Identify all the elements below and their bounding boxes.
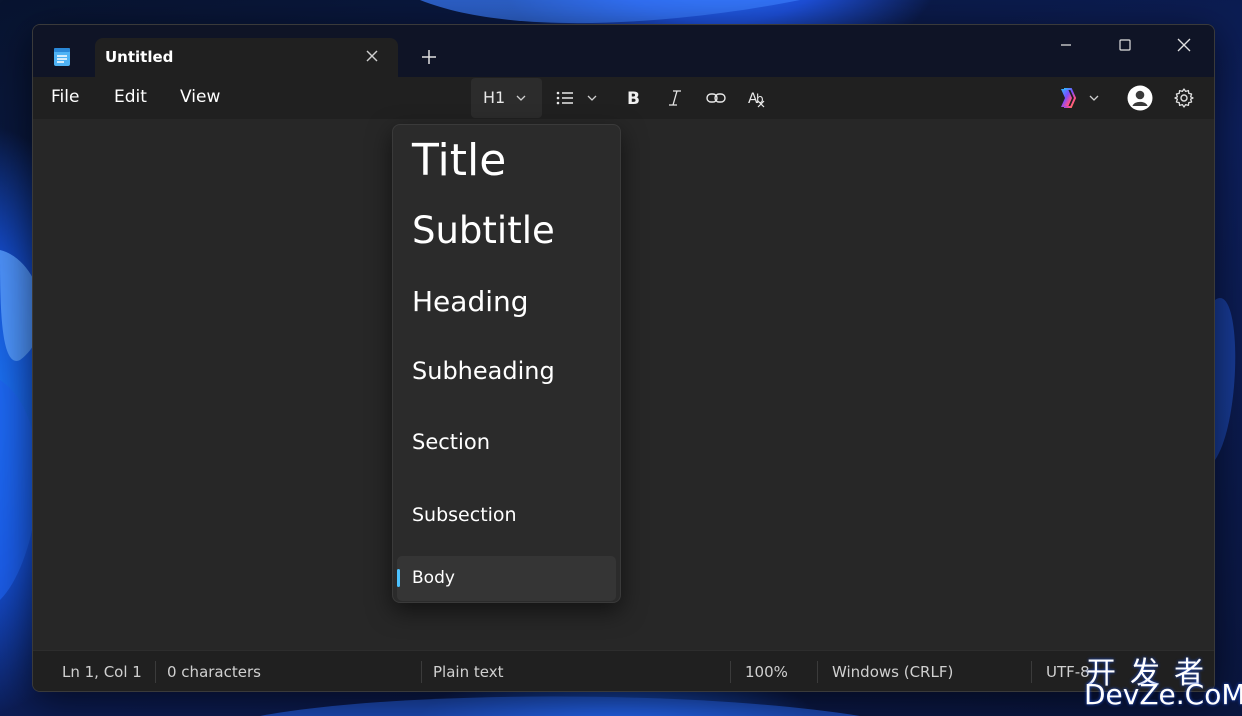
- status-zoom[interactable]: 100%: [745, 663, 788, 681]
- notepad-window: Untitled File Edit View H1 B A b Ln 1, C…: [32, 24, 1215, 692]
- status-cursor-position: Ln 1, Col 1: [62, 663, 142, 681]
- menu-edit[interactable]: Edit: [114, 87, 147, 107]
- account-icon[interactable]: [1127, 85, 1153, 111]
- status-line-endings[interactable]: Windows (CRLF): [832, 663, 953, 681]
- chevron-down-icon: [516, 95, 526, 101]
- heading-style-button[interactable]: H1: [471, 78, 542, 118]
- selected-indicator: [397, 569, 400, 587]
- list-chevron-down-icon[interactable]: [586, 92, 598, 104]
- minimize-icon[interactable]: [1054, 33, 1078, 57]
- menu-view[interactable]: View: [180, 87, 220, 107]
- heading-style-value: H1: [483, 88, 506, 107]
- svg-text:b: b: [756, 92, 764, 106]
- menu-option-section[interactable]: Section: [412, 430, 490, 454]
- bulleted-list-icon[interactable]: [554, 87, 576, 109]
- watermark: 开发者 DevZe.CoM: [1084, 648, 1242, 712]
- menu-bar: File Edit View H1 B A b: [33, 77, 1214, 119]
- copilot-chevron-down-icon[interactable]: [1088, 92, 1100, 104]
- status-divider: [155, 661, 156, 683]
- status-format[interactable]: Plain text: [433, 663, 503, 681]
- tab-untitled[interactable]: Untitled: [95, 38, 398, 78]
- menu-option-subtitle[interactable]: Subtitle: [412, 209, 555, 252]
- text-editor-area[interactable]: [33, 119, 1214, 650]
- menu-option-subsection[interactable]: Subsection: [412, 504, 517, 526]
- title-bar: Untitled: [33, 25, 1214, 78]
- maximize-icon[interactable]: [1113, 33, 1137, 57]
- menu-file[interactable]: File: [51, 87, 79, 107]
- notepad-app-icon: [54, 48, 70, 66]
- link-icon[interactable]: [705, 87, 727, 109]
- svg-text:B: B: [627, 89, 640, 109]
- settings-icon[interactable]: [1173, 87, 1195, 109]
- menu-option-subheading[interactable]: Subheading: [412, 357, 555, 385]
- menu-option-title[interactable]: Title: [412, 135, 506, 186]
- tab-title: Untitled: [105, 48, 174, 66]
- status-divider: [421, 661, 422, 683]
- italic-icon[interactable]: [664, 87, 686, 109]
- close-window-icon[interactable]: [1172, 33, 1196, 57]
- menu-option-body-label: Body: [412, 568, 455, 588]
- watermark-en: DevZe.CoM: [1084, 678, 1242, 711]
- clear-formatting-icon[interactable]: A b: [746, 87, 768, 109]
- status-bar: Ln 1, Col 1 0 characters Plain text 100%…: [33, 650, 1214, 691]
- bold-icon[interactable]: B: [623, 87, 645, 109]
- close-tab-icon[interactable]: [364, 48, 380, 64]
- heading-style-menu: Title Subtitle Heading Subheading Sectio…: [392, 124, 621, 603]
- status-divider: [1031, 661, 1032, 683]
- status-divider: [817, 661, 818, 683]
- menu-option-heading[interactable]: Heading: [412, 285, 529, 318]
- menu-option-body[interactable]: Body: [397, 556, 616, 601]
- copilot-icon[interactable]: [1054, 86, 1078, 110]
- status-divider: [730, 661, 731, 683]
- new-tab-icon[interactable]: [419, 47, 439, 67]
- status-character-count: 0 characters: [167, 663, 261, 681]
